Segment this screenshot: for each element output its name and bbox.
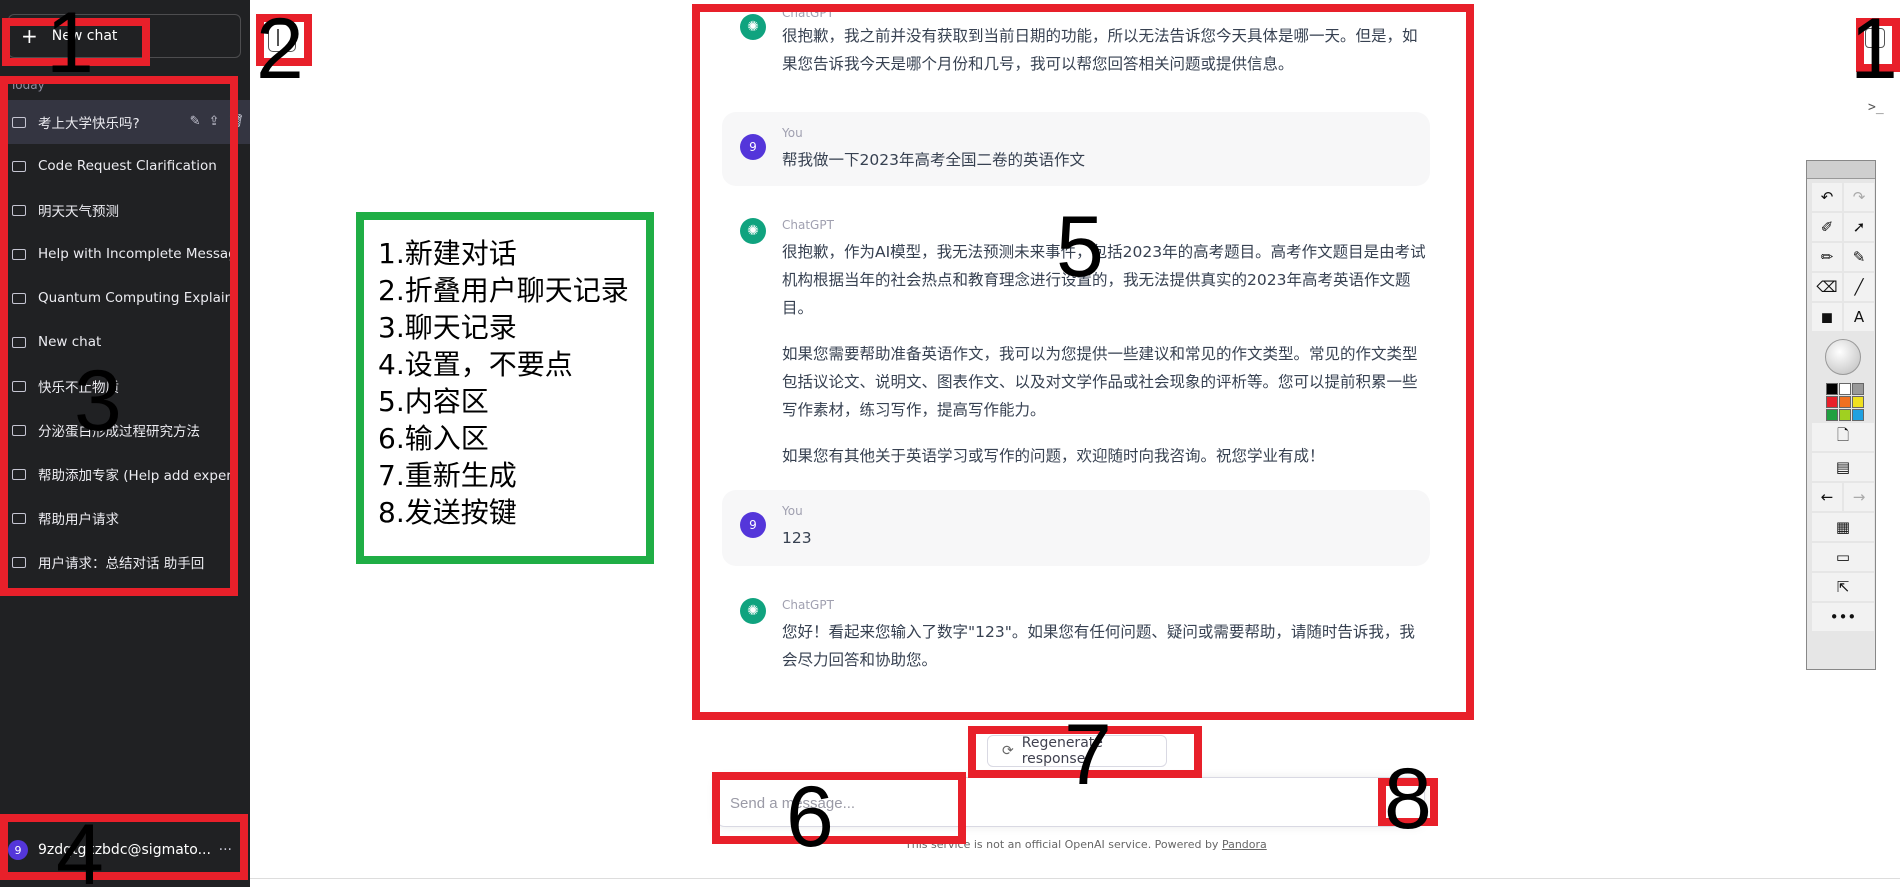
annotation-number: 7 xyxy=(1064,707,1112,803)
divider xyxy=(250,878,1900,879)
legend-item: 4.设置，不要点 xyxy=(378,348,573,381)
annotation-number: 5 xyxy=(1056,199,1104,295)
pandora-link[interactable]: Pandora xyxy=(1222,838,1267,851)
annotation-number: 3 xyxy=(74,353,122,449)
color-swatch[interactable] xyxy=(1826,383,1838,395)
legend-item: 1.新建对话 xyxy=(378,237,517,270)
shape-icon[interactable]: ◼ xyxy=(1812,303,1842,331)
legend-item: 6.输入区 xyxy=(378,422,489,455)
color-swatch[interactable] xyxy=(1839,383,1851,395)
present-icon[interactable]: ▭ xyxy=(1812,543,1874,571)
forward-arrow-icon[interactable]: → xyxy=(1844,483,1874,511)
background-icon[interactable]: ▤ xyxy=(1812,453,1874,481)
legend-list: 1.新建对话 2.折叠用户聊天记录 3.聊天记录 4.设置，不要点 5.内容区 … xyxy=(378,235,629,531)
new-page-icon[interactable]: 🗋 xyxy=(1812,423,1874,451)
legend-item: 5.内容区 xyxy=(378,385,489,418)
eraser-icon[interactable]: ⌫ xyxy=(1812,273,1842,301)
color-swatch[interactable] xyxy=(1852,396,1864,408)
floating-toolbox: ↶ ↷ ✐ ➚ ✏ ✎ ⌫ ╱ ◼ A 🗋 ▤ ← → ▦ ▭ ⇱ ••• xyxy=(1806,160,1876,670)
back-arrow-icon[interactable]: ← xyxy=(1812,483,1842,511)
line-icon[interactable]: ╱ xyxy=(1844,273,1874,301)
annotation-number: 8 xyxy=(1384,751,1432,847)
toolbox-tools: ↶ ↷ ✐ ➚ ✏ ✎ ⌫ ╱ ◼ A 🗋 ▤ ← → ▦ ▭ ⇱ ••• xyxy=(1807,179,1875,635)
annotation-number: 2 xyxy=(256,1,304,97)
color-swatch[interactable] xyxy=(1826,409,1838,421)
legend-item: 7.重新生成 xyxy=(378,459,517,492)
annotation-box-history xyxy=(0,76,238,596)
annotation-box-input xyxy=(712,772,966,844)
annotation-number: 1 xyxy=(1850,1,1898,97)
pencil-icon[interactable]: ✏ xyxy=(1812,243,1842,271)
color-swatch[interactable] xyxy=(1839,409,1851,421)
color-swatch[interactable] xyxy=(1852,383,1864,395)
legend-item: 8.发送按键 xyxy=(378,496,517,529)
highlighter-icon[interactable]: ✐ xyxy=(1812,213,1842,241)
text-icon[interactable]: A xyxy=(1844,303,1874,331)
pen-size-knob[interactable] xyxy=(1812,333,1874,381)
color-swatch[interactable] xyxy=(1826,396,1838,408)
grid-view-icon[interactable]: ▦ xyxy=(1812,513,1874,541)
annotation-box-settings xyxy=(0,814,248,880)
annotation-number: 6 xyxy=(786,769,834,865)
export-icon[interactable]: ⇱ xyxy=(1812,573,1874,601)
color-swatch[interactable] xyxy=(1839,396,1851,408)
more-icon[interactable]: ••• xyxy=(1812,603,1874,631)
legend-item: 2.折叠用户聊天记录 xyxy=(378,274,629,307)
color-swatch[interactable] xyxy=(1852,409,1864,421)
toolbox-titlebar[interactable] xyxy=(1807,161,1875,179)
undo-icon[interactable]: ↶ xyxy=(1812,183,1842,211)
marker-icon[interactable]: ✎ xyxy=(1844,243,1874,271)
color-palette xyxy=(1812,383,1874,421)
annotation-number: 1 xyxy=(46,0,94,91)
annotation-box-content xyxy=(692,4,1474,720)
legend-item: 3.聊天记录 xyxy=(378,311,517,344)
redo-icon[interactable]: ↷ xyxy=(1844,183,1874,211)
pointer-icon[interactable]: ➚ xyxy=(1844,213,1874,241)
terminal-icon[interactable]: >_ xyxy=(1868,100,1884,115)
annotation-number: 4 xyxy=(56,807,104,887)
